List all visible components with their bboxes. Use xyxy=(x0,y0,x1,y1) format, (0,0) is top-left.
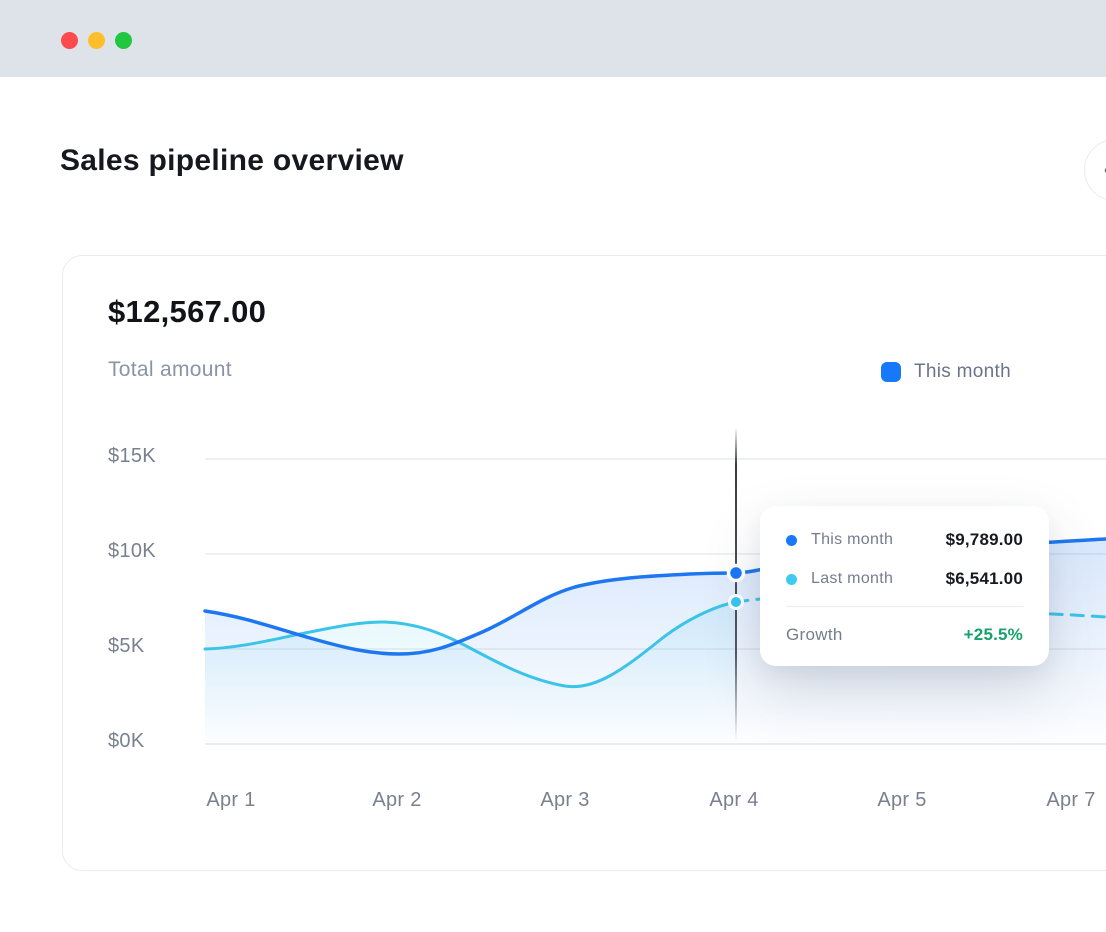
page-title: Sales pipeline overview xyxy=(60,144,404,178)
more-options-button[interactable]: ⋯ xyxy=(1084,139,1106,201)
last-month-point-marker[interactable] xyxy=(730,596,743,609)
tooltip-label-this-month: This month xyxy=(811,531,893,549)
x-axis-tick-apr3: Apr 3 xyxy=(523,789,607,812)
x-axis-tick-apr2: Apr 2 xyxy=(355,789,439,812)
window-title-bar xyxy=(0,0,1106,77)
growth-label: Growth xyxy=(786,625,843,645)
total-amount-label: Total amount xyxy=(108,358,232,382)
total-amount-value: $12,567.00 xyxy=(108,294,266,330)
tooltip-growth-row: Growth +25.5% xyxy=(786,622,1023,648)
last-month-dot-icon xyxy=(786,574,797,585)
this-month-point-marker[interactable] xyxy=(729,566,744,581)
legend-label-this-month: This month xyxy=(914,361,1011,383)
growth-value: +25.5% xyxy=(964,625,1023,645)
chart-tooltip: This month $9,789.00 Last month $6,541.0… xyxy=(760,506,1049,666)
window-maximize-button[interactable] xyxy=(115,32,132,49)
x-axis-tick-apr4: Apr 4 xyxy=(692,789,776,812)
tooltip-row-last-month: Last month $6,541.00 xyxy=(786,565,1023,593)
this-month-dot-icon xyxy=(786,535,797,546)
tooltip-row-this-month: This month $9,789.00 xyxy=(786,526,1023,554)
x-axis-tick-apr5: Apr 5 xyxy=(860,789,944,812)
window-minimize-button[interactable] xyxy=(88,32,105,49)
tooltip-divider xyxy=(786,606,1023,607)
x-axis-tick-apr7: Apr 7 xyxy=(1029,789,1106,812)
window-close-button[interactable] xyxy=(61,32,78,49)
ellipsis-icon: ⋯ xyxy=(1103,156,1106,185)
legend-swatch-this-month[interactable] xyxy=(881,362,901,382)
x-axis-tick-apr1: Apr 1 xyxy=(189,789,273,812)
tooltip-label-last-month: Last month xyxy=(811,570,893,588)
tooltip-value-last-month: $6,541.00 xyxy=(946,569,1023,589)
tooltip-value-this-month: $9,789.00 xyxy=(946,530,1023,550)
chart-legend: This month xyxy=(881,361,1011,383)
